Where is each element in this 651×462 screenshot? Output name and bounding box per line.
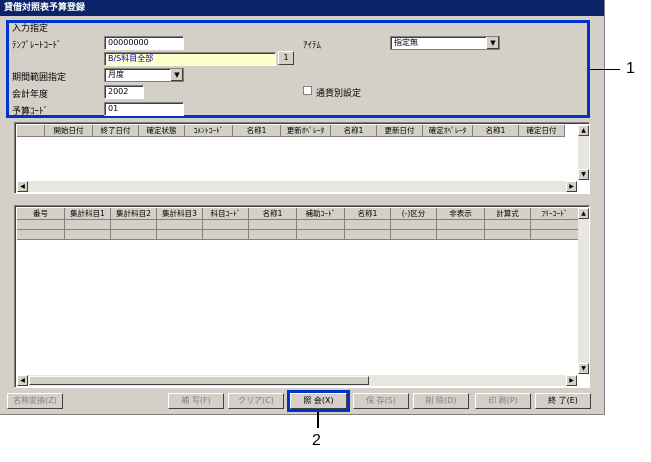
grid2-col[interactable]: (-)区分 — [391, 208, 437, 220]
budget-code-label: 予算ｺｰﾄﾞ — [12, 107, 49, 117]
scroll-right-icon[interactable]: ▶ — [566, 181, 577, 192]
period-label: 期間範囲指定 — [12, 73, 67, 83]
currency-checkbox[interactable] — [303, 86, 312, 95]
item-label: ｱｲﾃﾑ — [303, 41, 322, 51]
grid2-col[interactable]: 名称1 — [249, 208, 297, 220]
budget-code-field[interactable]: 01 — [104, 102, 184, 116]
account-grid-header: 番号 集計科目1 集計科目2 集計科目3 科目ｺｰﾄﾞ 名称1 補助ｺｰﾄﾞ 名… — [17, 208, 579, 220]
grid1-col[interactable]: 名称1 — [473, 125, 519, 137]
inquiry-button-highlight — [287, 390, 350, 412]
grid1-col[interactable]: 確定状態 — [139, 125, 185, 137]
grid1-col[interactable]: 開始日付 — [45, 125, 93, 137]
scroll-left-icon[interactable]: ◀ — [17, 181, 28, 192]
chevron-down-icon[interactable]: ▼ — [170, 69, 183, 81]
grid1-col[interactable]: 名称1 — [233, 125, 281, 137]
print-button[interactable]: 印 刷(P) — [475, 393, 531, 409]
template-lookup-button[interactable]: 1 — [278, 51, 294, 65]
grid1-col[interactable]: 確定日付 — [519, 125, 565, 137]
callout-2-line — [317, 412, 319, 428]
scroll-up-icon[interactable]: ▲ — [578, 125, 589, 136]
grid1-col[interactable]: 名称1 — [331, 125, 377, 137]
grid1-col[interactable]: 確定ｵﾍﾟﾚｰﾀ — [423, 125, 473, 137]
scroll-down-icon[interactable]: ▼ — [578, 169, 589, 180]
callout-2-label: 2 — [312, 432, 321, 449]
account-grid[interactable]: 番号 集計科目1 集計科目2 集計科目3 科目ｺｰﾄﾞ 名称1 補助ｺｰﾄﾞ 名… — [14, 205, 590, 388]
grid2-col[interactable]: 集計科目1 — [65, 208, 111, 220]
rename-button[interactable]: 名称変換(Z) — [7, 393, 63, 409]
grid1-col[interactable]: ｺﾒﾝﾄｺｰﾄﾞ — [185, 125, 233, 137]
template-code-field[interactable]: 00000000 — [104, 36, 184, 50]
currency-label: 通貨別設定 — [316, 89, 362, 99]
item-select-value: 指定無 — [394, 38, 418, 47]
scroll-thumb[interactable] — [29, 376, 369, 385]
period-select[interactable]: 月度 ▼ — [104, 68, 184, 82]
exit-button[interactable]: 終 了(E) — [535, 393, 591, 409]
grid1-col[interactable] — [17, 125, 45, 137]
scroll-up-icon[interactable]: ▲ — [578, 208, 589, 219]
grid2-col[interactable]: 番号 — [17, 208, 65, 220]
grid2-col[interactable]: 計算式 — [485, 208, 531, 220]
period-grid-header: 開始日付 終了日付 確定状態 ｺﾒﾝﾄｺｰﾄﾞ 名称1 更新ｵﾍﾟﾚｰﾀ 名称1… — [17, 125, 565, 137]
save-button[interactable]: 保 存(S) — [353, 393, 409, 409]
grid2-col[interactable]: ﾌﾘｰｺｰﾄﾞ — [531, 208, 579, 220]
delete-button[interactable]: 削 除(D) — [413, 393, 469, 409]
scroll-right-icon[interactable]: ▶ — [566, 375, 577, 386]
grid2-col[interactable]: 科目ｺｰﾄﾞ — [203, 208, 249, 220]
period-grid-vscroll[interactable]: ▲ ▼ — [578, 125, 589, 180]
table-row[interactable] — [17, 220, 579, 230]
account-grid-hscroll[interactable]: ◀ ▶ — [17, 375, 577, 386]
fill-button[interactable]: 補 写(F) — [168, 393, 224, 409]
grid2-col[interactable]: 名称1 — [345, 208, 391, 220]
grid2-col[interactable]: 補助ｺｰﾄﾞ — [297, 208, 345, 220]
period-grid-hscroll[interactable]: ◀ ▶ — [17, 181, 577, 192]
callout-1-label: 1 — [626, 60, 635, 77]
grid2-col[interactable]: 非表示 — [437, 208, 485, 220]
account-grid-vscroll[interactable]: ▲ ▼ — [578, 208, 589, 374]
input-section-highlight — [6, 20, 590, 118]
grid1-col[interactable]: 終了日付 — [93, 125, 139, 137]
table-row[interactable] — [17, 230, 579, 240]
period-select-value: 月度 — [108, 70, 124, 79]
grid1-col[interactable]: 更新日付 — [377, 125, 423, 137]
grid2-col[interactable]: 集計科目3 — [157, 208, 203, 220]
fiscal-year-label: 会計年度 — [12, 90, 49, 100]
period-grid[interactable]: 開始日付 終了日付 確定状態 ｺﾒﾝﾄｺｰﾄﾞ 名称1 更新ｵﾍﾟﾚｰﾀ 名称1… — [14, 122, 590, 194]
grid2-col[interactable]: 集計科目2 — [111, 208, 157, 220]
window-title: 貸借対照表予算登録 — [0, 0, 604, 16]
chevron-down-icon[interactable]: ▼ — [486, 37, 499, 49]
grid1-col[interactable]: 更新ｵﾍﾟﾚｰﾀ — [281, 125, 331, 137]
template-name-field: B/S科目全部 — [104, 52, 276, 66]
scroll-left-icon[interactable]: ◀ — [17, 375, 28, 386]
clear-button[interactable]: クリア(C) — [228, 393, 284, 409]
template-code-label: ﾃﾝﾌﾟﾚｰﾄｺｰﾄﾞ — [12, 41, 62, 51]
scroll-down-icon[interactable]: ▼ — [578, 363, 589, 374]
input-group-label: 入力指定 — [12, 24, 49, 34]
item-select[interactable]: 指定無 ▼ — [390, 36, 500, 50]
callout-1-line — [590, 69, 620, 70]
fiscal-year-field[interactable]: 2002 — [104, 85, 144, 99]
